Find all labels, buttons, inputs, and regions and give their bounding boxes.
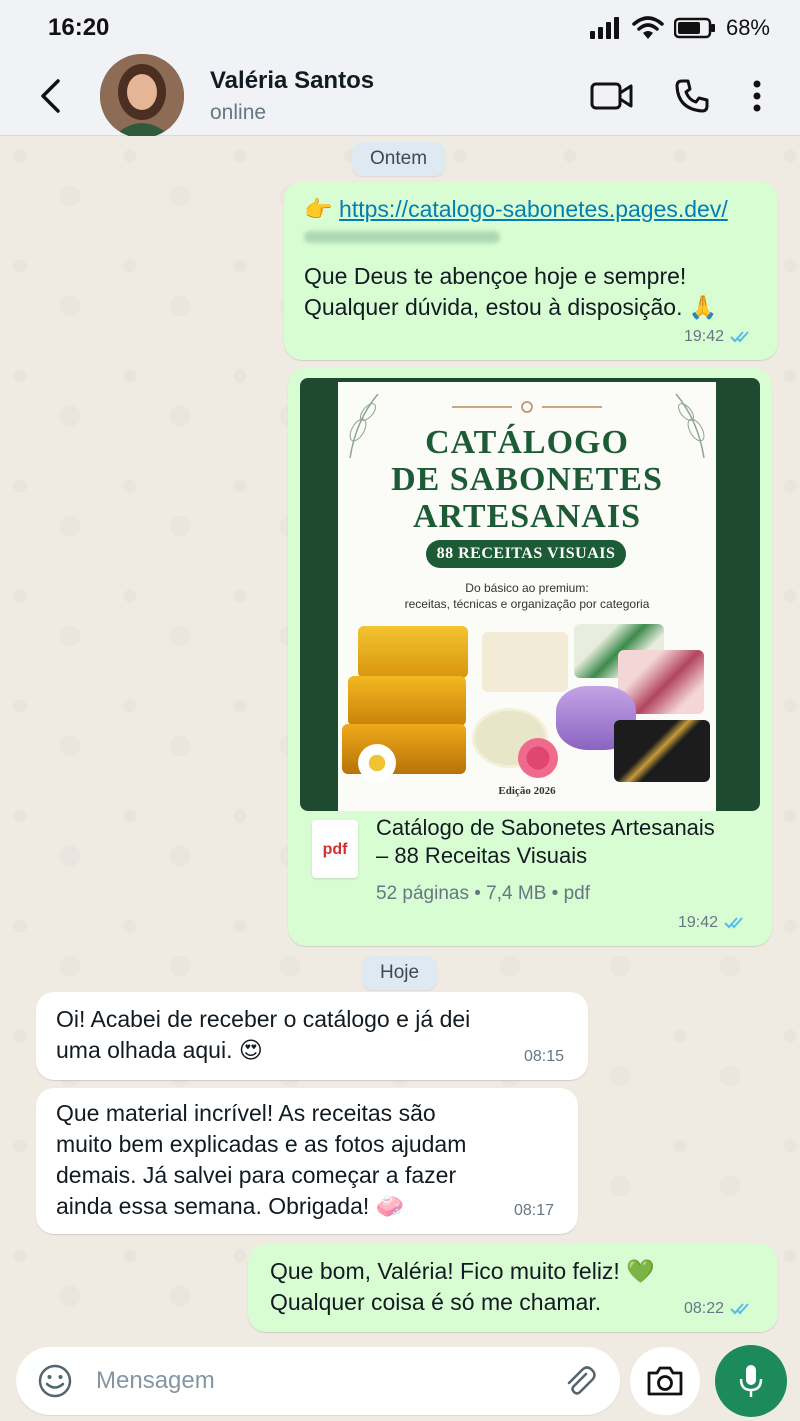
cover-badge: 88 RECEITAS VISUAIS — [426, 540, 626, 568]
cover-edition: Edição 2026 — [498, 785, 556, 797]
message-text: Que Deus te abençoe hoje e sempre! — [304, 263, 687, 289]
cover-page: CATÁLOGO DE SABONETES ARTESANAIS 88 RECE… — [338, 382, 716, 811]
phone-icon — [675, 79, 709, 112]
emoji-icon — [38, 1364, 72, 1398]
ornament-divider — [452, 401, 602, 413]
outgoing-message[interactable]: Que bom, Valéria! Fico muito feliz! 💚 Qu… — [248, 1244, 778, 1332]
status-bar: 16:20 68% — [0, 0, 800, 56]
message-text: Oi! Acabei de receber o catálogo e já de… — [56, 1006, 471, 1032]
voice-call-button[interactable] — [652, 66, 732, 126]
message-time: 19:42 — [683, 328, 724, 345]
contact-info[interactable]: Valéria Santos online — [210, 67, 374, 125]
signal-icon — [589, 17, 619, 39]
message-time: 19:42 — [677, 914, 718, 931]
pdf-file-icon: pdf — [312, 820, 358, 878]
message-time: 08:15 — [523, 1048, 564, 1065]
soap-illustration — [338, 620, 716, 790]
message-text: demais. Já salvei para começar a fazer — [56, 1162, 457, 1188]
document-title: – 88 Receitas Visuais — [376, 843, 588, 868]
voice-message-button[interactable] — [715, 1345, 787, 1417]
pointing-emoji: 👉 — [304, 196, 333, 222]
incoming-message[interactable]: Oi! Acabei de receber o catálogo e já de… — [36, 992, 588, 1080]
pdf-icon-label: pdf — [322, 840, 348, 858]
contact-name: Valéria Santos — [210, 66, 375, 94]
cover-subtitle: Do básico ao premium: — [465, 581, 589, 595]
message-text: ainda essa semana. Obrigada! 🧼 — [56, 1193, 405, 1219]
document-info: 52 páginas • 7,4 MB • pdf — [376, 883, 590, 904]
message-time: 08:22 — [683, 1300, 724, 1317]
cover-title: DE SABONETES — [391, 461, 663, 498]
camera-icon — [647, 1366, 683, 1396]
message-text: Qualquer coisa é só me chamar. — [270, 1289, 602, 1315]
contact-status: online — [210, 100, 267, 124]
incoming-message[interactable]: Que material incrível! As receitas são m… — [36, 1088, 578, 1234]
catalog-link[interactable]: https://catalogo-sabonetes.pages.dev/ — [339, 196, 728, 222]
avatar[interactable] — [100, 53, 184, 138]
message-input-box — [16, 1347, 620, 1415]
avatar-photo — [100, 53, 184, 138]
read-ticks-icon — [730, 330, 749, 342]
more-options-button[interactable] — [732, 66, 782, 126]
blurred-text — [304, 231, 500, 243]
catalog-cover-image[interactable]: CATÁLOGO DE SABONETES ARTESANAIS 88 RECE… — [300, 378, 760, 811]
message-text: Qualquer dúvida, estou à disposição. 🙏 — [304, 294, 718, 320]
message-text: muito bem explicadas e as fotos ajudam — [56, 1131, 467, 1157]
attach-icon — [567, 1366, 596, 1395]
back-arrow-icon — [41, 78, 60, 113]
cover-title: ARTESANAIS — [413, 498, 641, 535]
wifi-icon — [632, 16, 664, 39]
video-call-button[interactable] — [572, 66, 652, 126]
chat-area[interactable]: Ontem 👉 https://catalogo-sabonetes.pages… — [0, 136, 800, 1341]
date-separator-yesterday: Ontem — [352, 142, 446, 176]
read-ticks-icon — [730, 1302, 749, 1314]
input-bar — [0, 1341, 800, 1421]
document-attachment[interactable]: pdf Catálogo de Sabonetes Artesanais – 8… — [300, 814, 760, 904]
more-icon — [753, 80, 761, 111]
mic-icon — [739, 1365, 763, 1397]
cover-title: CATÁLOGO — [425, 424, 629, 461]
battery-percent: 68% — [725, 15, 770, 40]
date-separator-today: Hoje — [362, 956, 438, 990]
document-title: Catálogo de Sabonetes Artesanais — [376, 815, 715, 840]
message-input[interactable] — [96, 1367, 536, 1395]
battery-icon — [673, 17, 715, 39]
camera-button[interactable] — [630, 1347, 700, 1415]
outgoing-message-link[interactable]: 👉 https://catalogo-sabonetes.pages.dev/ … — [284, 182, 778, 360]
message-text: Que material incrível! As receitas são — [56, 1100, 436, 1126]
message-time: 08:17 — [513, 1202, 554, 1219]
outgoing-message-document[interactable]: CATÁLOGO DE SABONETES ARTESANAIS 88 RECE… — [288, 368, 772, 946]
back-button[interactable] — [20, 66, 80, 126]
emoji-button[interactable] — [28, 1354, 82, 1408]
message-text: Que bom, Valéria! Fico muito feliz! 💚 — [270, 1258, 655, 1284]
video-call-icon — [590, 82, 633, 109]
cover-subtitle: receitas, técnicas e organização por cat… — [404, 597, 650, 611]
chat-header: Valéria Santos online — [0, 53, 800, 138]
message-text: uma olhada aqui. 😍 — [56, 1037, 263, 1063]
attach-button[interactable] — [554, 1354, 604, 1408]
status-time: 16:20 — [48, 14, 110, 41]
read-ticks-icon — [724, 916, 743, 928]
